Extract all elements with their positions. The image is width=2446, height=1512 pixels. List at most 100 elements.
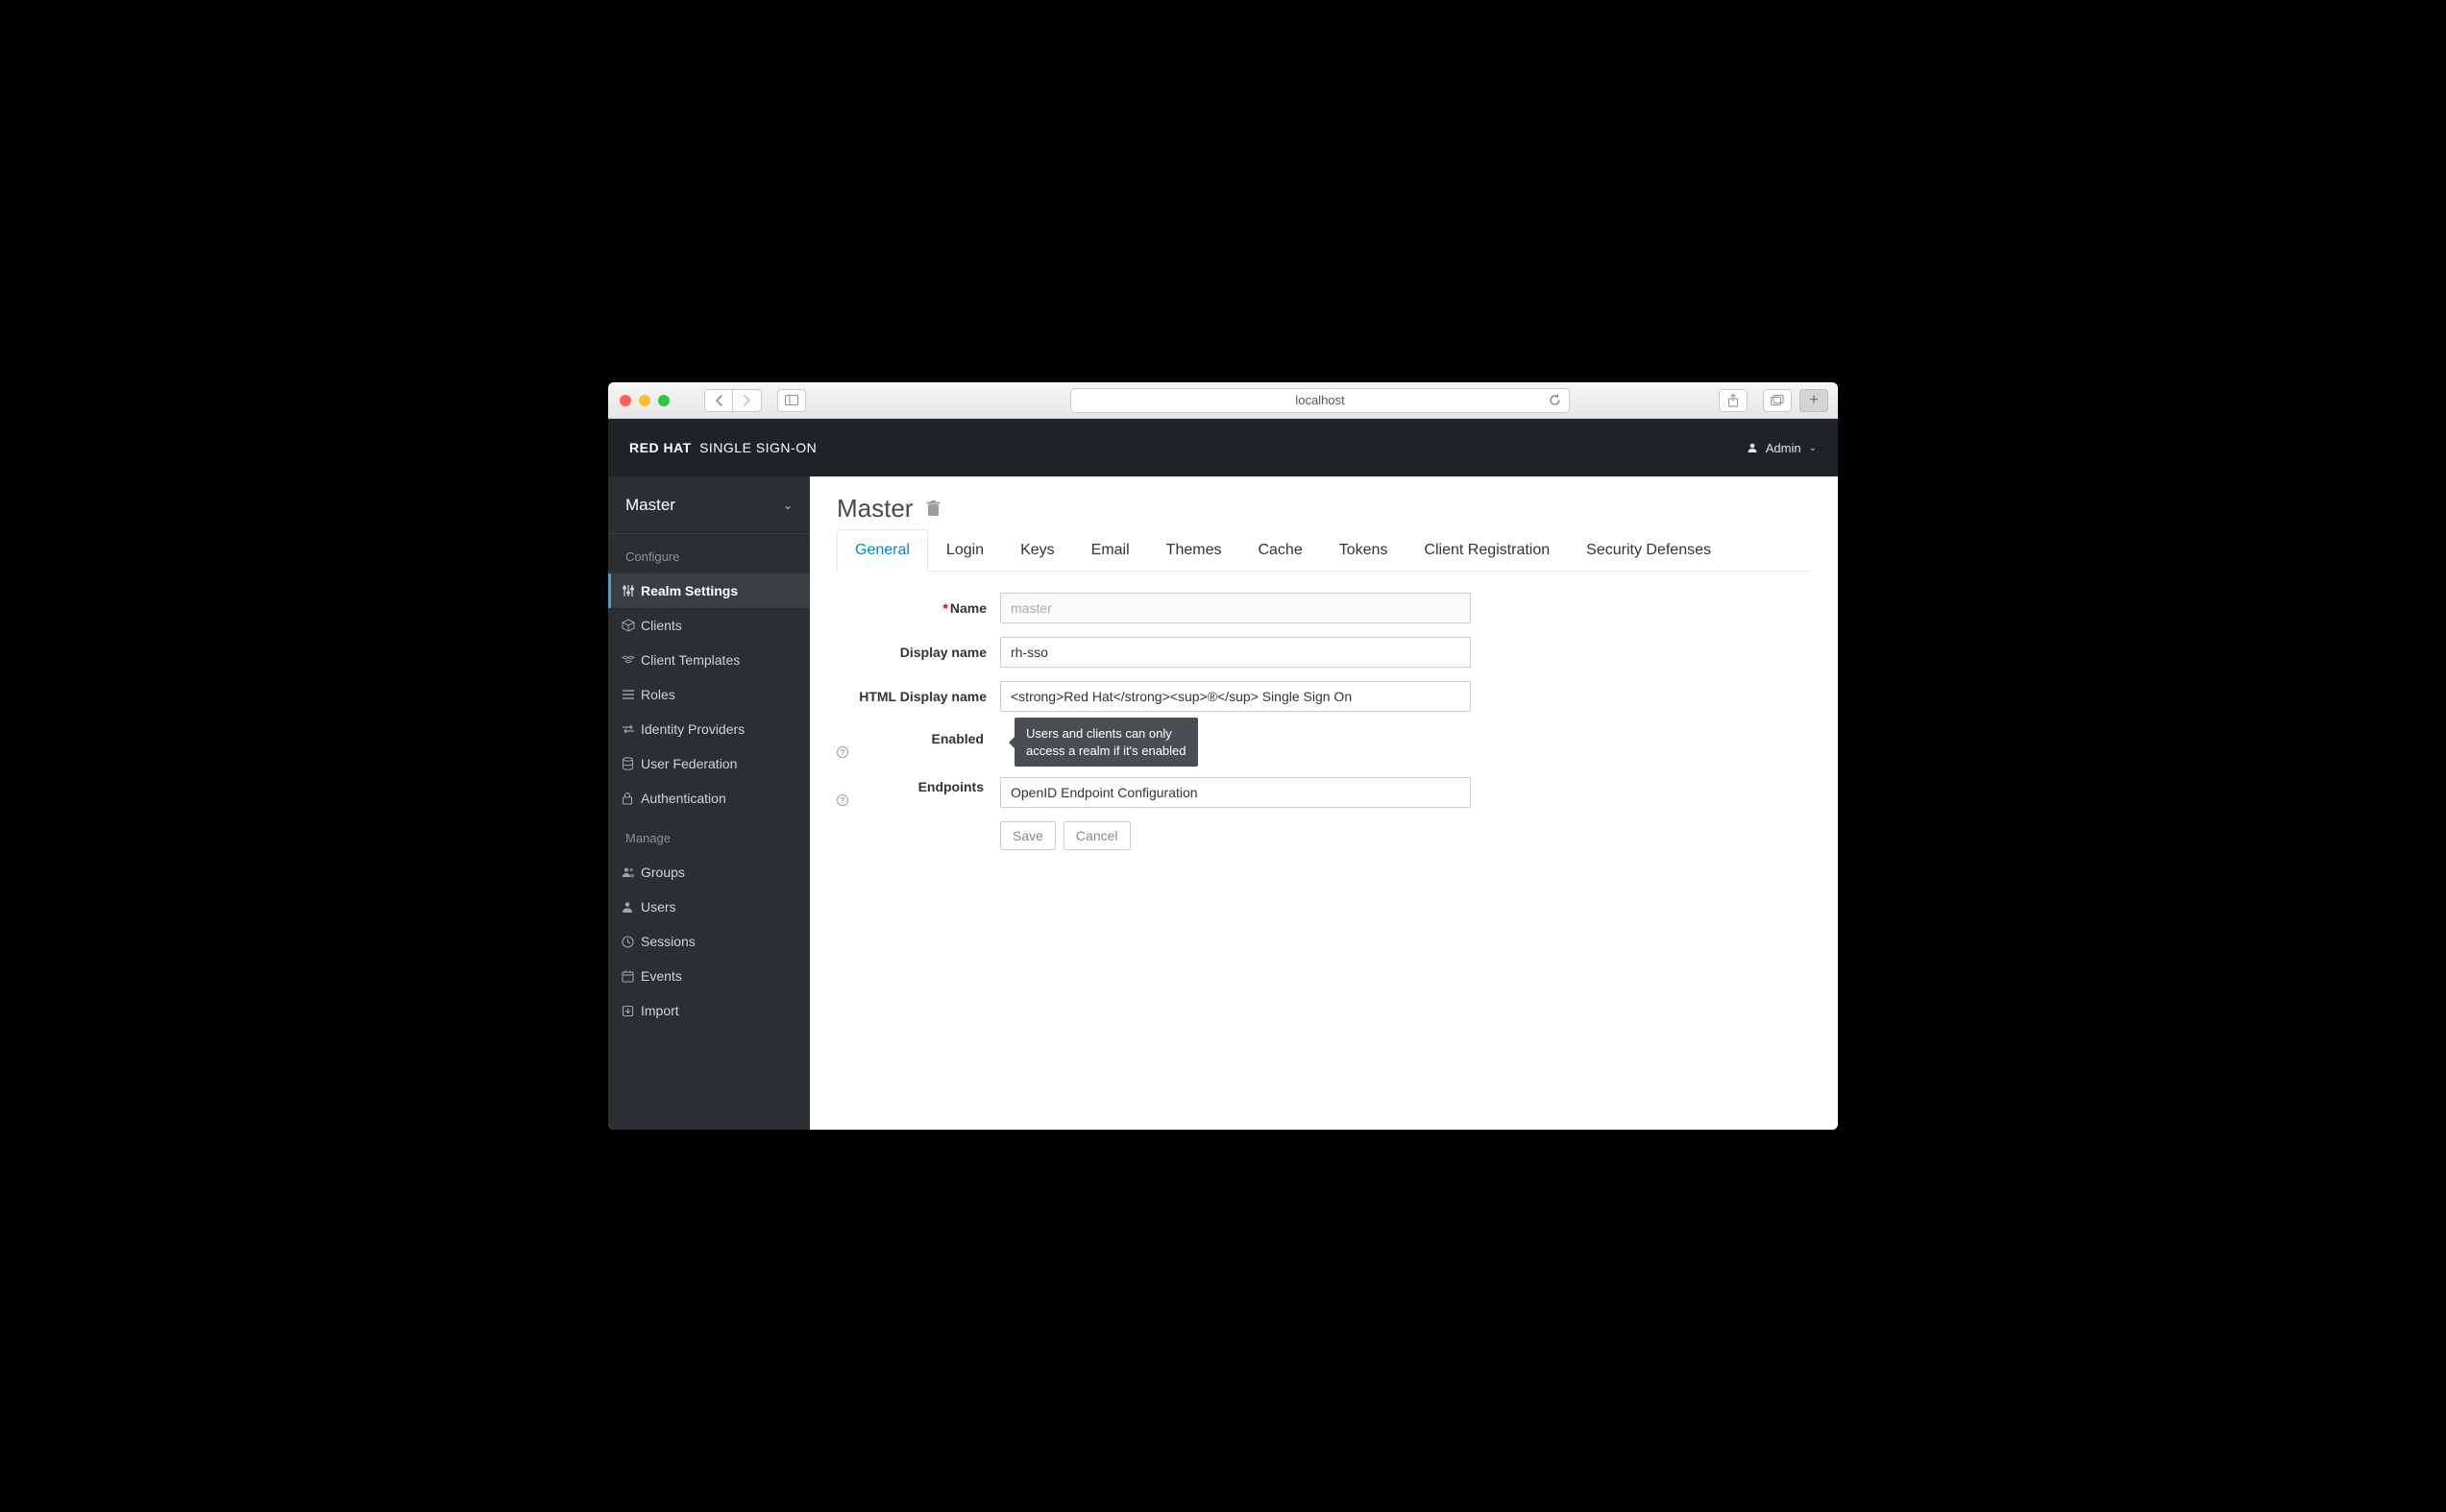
window-controls xyxy=(620,395,670,406)
trash-icon[interactable] xyxy=(926,500,941,517)
realm-selector[interactable]: Master ⌄ xyxy=(608,476,810,534)
sidebar-item-label: Roles xyxy=(641,687,675,702)
sidebar-item-label: Authentication xyxy=(641,791,726,806)
field-html-display-name: HTML Display name xyxy=(837,681,1625,712)
sidebar-item-identity-providers[interactable]: Identity Providers xyxy=(608,712,810,746)
input-html-display-name[interactable] xyxy=(1000,681,1471,712)
tab-security-defenses[interactable]: Security Defenses xyxy=(1568,529,1729,572)
sidebar-item-label: Users xyxy=(641,899,676,915)
window-zoom-button[interactable] xyxy=(658,395,670,406)
tab-keys[interactable]: Keys xyxy=(1002,529,1073,572)
browser-window: localhost + RED HAT SINGLE SIGN-ON xyxy=(608,382,1838,1130)
label-html-display-name: HTML Display name xyxy=(837,689,1000,704)
user-menu[interactable]: Admin ⌄ xyxy=(1747,441,1817,455)
cancel-button[interactable]: Cancel xyxy=(1064,821,1131,850)
database-icon xyxy=(622,757,637,770)
form-buttons: Save Cancel xyxy=(1000,821,1625,850)
endpoints-link[interactable]: OpenID Endpoint Configuration xyxy=(1000,777,1471,808)
address-text: localhost xyxy=(1295,393,1344,407)
field-name: *Name xyxy=(837,593,1625,623)
group-icon xyxy=(622,866,637,878)
share-button[interactable] xyxy=(1719,389,1748,412)
realm-settings-form: *Name Display name HTML Display name xyxy=(837,593,1625,850)
sidebar-item-sessions[interactable]: Sessions xyxy=(608,924,810,959)
sidebar-item-user-federation[interactable]: User Federation xyxy=(608,746,810,781)
page-title: Master xyxy=(837,494,1811,524)
sidebar-item-label: Client Templates xyxy=(641,652,740,668)
cube-icon xyxy=(622,619,637,632)
tab-themes[interactable]: Themes xyxy=(1148,529,1240,572)
tab-login[interactable]: Login xyxy=(928,529,1002,572)
save-button[interactable]: Save xyxy=(1000,821,1056,850)
input-name[interactable] xyxy=(1000,593,1471,623)
back-button[interactable] xyxy=(704,389,733,412)
tab-email[interactable]: Email xyxy=(1073,529,1148,572)
browser-titlebar: localhost + xyxy=(608,382,1838,419)
sidebar-item-label: Sessions xyxy=(641,934,696,949)
tab-tokens[interactable]: Tokens xyxy=(1321,529,1406,572)
sidebar-item-clients[interactable]: Clients xyxy=(608,608,810,643)
lock-icon xyxy=(622,792,637,805)
new-tab-button[interactable]: + xyxy=(1799,389,1828,412)
brand-prefix: RED HAT xyxy=(629,440,692,455)
import-icon xyxy=(622,1005,637,1017)
nav-buttons xyxy=(704,389,762,412)
help-icon[interactable]: ? xyxy=(837,746,987,758)
sidebar-item-label: Import xyxy=(641,1003,679,1018)
cubes-icon xyxy=(622,653,637,667)
clock-icon xyxy=(622,936,637,948)
app-body: Master ⌄ Configure Realm Settings Client… xyxy=(608,476,1838,1130)
app-root: RED HAT SINGLE SIGN-ON Admin ⌄ Master ⌄ … xyxy=(608,419,1838,1130)
tabs: General Login Keys Email Themes Cache To… xyxy=(837,529,1811,572)
sidebar-item-label: Identity Providers xyxy=(641,721,745,737)
page-title-text: Master xyxy=(837,494,913,524)
field-endpoints: Endpoints ? OpenID Endpoint Configuratio… xyxy=(837,777,1625,808)
sidebar-item-users[interactable]: Users xyxy=(608,890,810,924)
titlebar-right-buttons: + xyxy=(1711,389,1828,412)
label-name: *Name xyxy=(837,600,1000,616)
sidebar-toggle-button[interactable] xyxy=(777,389,806,412)
sidebar: Master ⌄ Configure Realm Settings Client… xyxy=(608,476,810,1130)
realm-name: Master xyxy=(625,496,675,515)
field-display-name: Display name xyxy=(837,637,1625,668)
tab-general[interactable]: General xyxy=(837,529,928,572)
sidebar-item-events[interactable]: Events xyxy=(608,959,810,993)
tab-cache[interactable]: Cache xyxy=(1239,529,1320,572)
sidebar-item-realm-settings[interactable]: Realm Settings xyxy=(608,573,810,608)
window-close-button[interactable] xyxy=(620,395,631,406)
sliders-icon xyxy=(622,584,637,597)
help-icon[interactable]: ? xyxy=(837,794,987,806)
chevron-down-icon: ⌄ xyxy=(783,499,793,512)
sidebar-section-title: Configure xyxy=(608,534,810,573)
sidebar-item-authentication[interactable]: Authentication xyxy=(608,781,810,816)
svg-text:?: ? xyxy=(841,796,845,805)
main-content: Master General Login Keys Email Themes C… xyxy=(810,476,1838,1130)
user-icon xyxy=(1747,442,1758,453)
label-display-name: Display name xyxy=(837,645,1000,660)
calendar-icon xyxy=(622,970,637,983)
sidebar-item-label: Clients xyxy=(641,618,682,633)
sidebar-section-title: Manage xyxy=(608,816,810,855)
sidebar-item-label: Realm Settings xyxy=(641,583,738,598)
field-enabled: Enabled ? Users and clients can only acc… xyxy=(837,725,1625,764)
tooltip: Users and clients can only access a real… xyxy=(1015,718,1198,767)
tab-client-registration[interactable]: Client Registration xyxy=(1406,529,1568,572)
input-display-name[interactable] xyxy=(1000,637,1471,668)
label-endpoints: Endpoints ? xyxy=(837,779,1000,806)
sidebar-item-import[interactable]: Import xyxy=(608,993,810,1028)
reload-icon[interactable] xyxy=(1549,394,1561,406)
tabs-overview-button[interactable] xyxy=(1763,389,1792,412)
svg-text:?: ? xyxy=(841,748,845,757)
sidebar-item-label: Groups xyxy=(641,865,685,880)
sidebar-item-roles[interactable]: Roles xyxy=(608,677,810,712)
window-minimize-button[interactable] xyxy=(639,395,650,406)
sidebar-item-groups[interactable]: Groups xyxy=(608,855,810,890)
address-bar[interactable]: localhost xyxy=(1070,388,1570,413)
sidebar-item-label: Events xyxy=(641,968,682,984)
user-icon xyxy=(622,901,637,914)
sidebar-item-client-templates[interactable]: Client Templates xyxy=(608,643,810,677)
forward-button[interactable] xyxy=(733,389,762,412)
brand-suffix: SINGLE SIGN-ON xyxy=(699,440,817,455)
user-name: Admin xyxy=(1766,441,1801,455)
list-icon xyxy=(622,689,637,700)
